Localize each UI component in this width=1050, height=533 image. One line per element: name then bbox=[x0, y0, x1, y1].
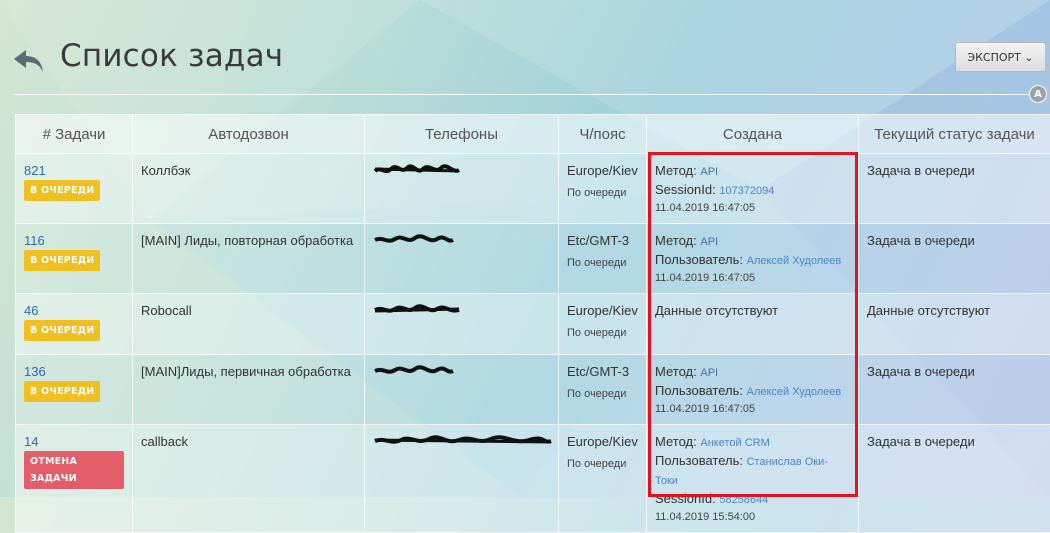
user-label: Пользователь: bbox=[655, 383, 743, 398]
a-badge[interactable]: A bbox=[1029, 85, 1047, 103]
status-cell: Задача в очереди bbox=[859, 224, 1050, 294]
task-id-cell: 821 В ОЧЕРЕДИ bbox=[16, 154, 133, 224]
created-cell: Метод: API Пользователь: Алексей Худолее… bbox=[647, 355, 859, 425]
tz-status: По очереди bbox=[567, 386, 638, 403]
timezone-cell: Etc/GMT-3 По очереди bbox=[559, 355, 647, 425]
status-cell: Данные отсутствуют bbox=[859, 294, 1050, 355]
method-value: API bbox=[700, 367, 718, 379]
table-row: 821 В ОЧЕРЕДИ Коллбэк Europe/Kiev По оче… bbox=[16, 154, 1050, 224]
user-label: Пользователь: bbox=[655, 252, 743, 267]
session-label: SessionId: bbox=[655, 491, 716, 506]
task-id-cell: 116 В ОЧЕРЕДИ bbox=[16, 224, 133, 294]
back-arrow-icon[interactable] bbox=[12, 46, 46, 76]
session-id-link[interactable]: 58258644 bbox=[719, 494, 768, 506]
header-divider bbox=[14, 94, 1034, 95]
timezone-value: Europe/Kiev bbox=[567, 303, 638, 318]
page-title: Список задач bbox=[60, 38, 283, 74]
table-row: 116 В ОЧЕРЕДИ [MAIN] Лиды, повторная обр… bbox=[16, 224, 1050, 294]
status-cell: Задача в очереди bbox=[859, 154, 1050, 224]
col-autodial[interactable]: Автодозвон bbox=[133, 115, 365, 154]
created-date: 11.04.2019 16:47:05 bbox=[655, 200, 850, 217]
user-link[interactable]: Алексей Худолеев bbox=[747, 386, 842, 398]
phone-cell bbox=[365, 224, 559, 294]
campaign-cell: [MAIN]Лиды, первичная обработка bbox=[133, 355, 365, 425]
export-button[interactable]: ЭКСПОРТ ⌄ bbox=[955, 42, 1046, 72]
task-id-link[interactable]: 136 bbox=[24, 363, 124, 380]
method-link[interactable]: Анкетой CRM bbox=[700, 437, 769, 449]
task-id-link[interactable]: 14 bbox=[24, 433, 124, 450]
task-id-cell: 14 ОТМЕНА ЗАДАЧИ bbox=[16, 425, 133, 533]
status-badge: В ОЧЕРЕДИ bbox=[24, 381, 100, 402]
status-badge: ОТМЕНА ЗАДАЧИ bbox=[24, 451, 124, 489]
campaign-cell: [MAIN] Лиды, повторная обработка bbox=[133, 224, 365, 294]
col-timezone[interactable]: Ч/пояс bbox=[559, 115, 647, 154]
table-row: 14 ОТМЕНА ЗАДАЧИ callback Europe/Kiev По… bbox=[16, 425, 1050, 533]
timezone-cell: Etc/GMT-3 По очереди bbox=[559, 224, 647, 294]
timezone-value: Etc/GMT-3 bbox=[567, 233, 629, 248]
tasks-table: # Задачи Автодозвон Телефоны Ч/пояс Созд… bbox=[15, 114, 1050, 533]
timezone-cell: Europe/Kiev По очереди bbox=[559, 294, 647, 355]
timezone-value: Etc/GMT-3 bbox=[567, 364, 629, 379]
created-cell: Метод: API SessionId: 107372094 11.04.20… bbox=[647, 154, 859, 224]
status-badge: В ОЧЕРЕДИ bbox=[24, 180, 100, 201]
redacted-phone bbox=[373, 162, 463, 178]
status-cell: Задача в очереди bbox=[859, 425, 1050, 533]
created-cell: Метод: API Пользователь: Алексей Худолее… bbox=[647, 224, 859, 294]
tz-status: По очереди bbox=[567, 185, 638, 202]
user-label: Пользователь: bbox=[655, 453, 743, 468]
table-header-row: # Задачи Автодозвон Телефоны Ч/пояс Созд… bbox=[16, 115, 1050, 154]
timezone-cell: Europe/Kiev По очереди bbox=[559, 154, 647, 224]
col-task-id[interactable]: # Задачи bbox=[16, 115, 133, 154]
phone-cell bbox=[365, 425, 559, 533]
method-label: Метод: bbox=[655, 233, 697, 248]
page-header: Список задач ЭКСПОРТ ⌄ A bbox=[0, 0, 1050, 100]
created-date: 11.04.2019 16:47:05 bbox=[655, 401, 850, 418]
campaign-cell: callback bbox=[133, 425, 365, 533]
campaign-cell: Коллбэк bbox=[133, 154, 365, 224]
status-badge: В ОЧЕРЕДИ bbox=[24, 320, 100, 341]
redacted-phone bbox=[373, 363, 455, 379]
created-cell: Данные отсутствуют bbox=[647, 294, 859, 355]
phone-cell bbox=[365, 154, 559, 224]
session-label: SessionId: bbox=[655, 182, 716, 197]
method-value: API bbox=[700, 166, 718, 178]
task-id-link[interactable]: 46 bbox=[24, 302, 124, 319]
method-value: API bbox=[700, 236, 718, 248]
phone-cell bbox=[365, 294, 559, 355]
session-id-link[interactable]: 107372094 bbox=[719, 185, 774, 197]
method-label: Метод: bbox=[655, 163, 697, 178]
user-link[interactable]: Алексей Худолеев bbox=[747, 255, 842, 267]
method-label: Метод: bbox=[655, 364, 697, 379]
task-id-cell: 136 В ОЧЕРЕДИ bbox=[16, 355, 133, 425]
task-id-cell: 46 В ОЧЕРЕДИ bbox=[16, 294, 133, 355]
task-id-link[interactable]: 821 bbox=[24, 162, 124, 179]
method-label: Метод: bbox=[655, 434, 697, 449]
status-cell: Задача в очереди bbox=[859, 355, 1050, 425]
redacted-phone bbox=[373, 433, 553, 449]
redacted-phone bbox=[373, 302, 461, 318]
status-badge: В ОЧЕРЕДИ bbox=[24, 250, 100, 271]
col-phones[interactable]: Телефоны bbox=[365, 115, 559, 154]
created-cell: Метод: Анкетой CRM Пользователь: Станисл… bbox=[647, 425, 859, 533]
tz-status: По очереди bbox=[567, 325, 638, 342]
created-date: 11.04.2019 15:54:00 bbox=[655, 509, 850, 526]
table-row: 136 В ОЧЕРЕДИ [MAIN]Лиды, первичная обра… bbox=[16, 355, 1050, 425]
timezone-cell: Europe/Kiev По очереди bbox=[559, 425, 647, 533]
timezone-value: Europe/Kiev bbox=[567, 434, 638, 449]
timezone-value: Europe/Kiev bbox=[567, 163, 638, 178]
table-row: 46 В ОЧЕРЕДИ Robocall Europe/Kiev По оче… bbox=[16, 294, 1050, 355]
tz-status: По очереди bbox=[567, 456, 638, 473]
redacted-phone bbox=[373, 232, 455, 248]
task-id-link[interactable]: 116 bbox=[24, 232, 124, 249]
phone-cell bbox=[365, 355, 559, 425]
tz-status: По очереди bbox=[567, 255, 638, 272]
created-date: 11.04.2019 16:47:05 bbox=[655, 270, 850, 287]
col-status[interactable]: Текущий статус задачи bbox=[859, 115, 1050, 154]
campaign-cell: Robocall bbox=[133, 294, 365, 355]
col-created[interactable]: Создана bbox=[647, 115, 859, 154]
